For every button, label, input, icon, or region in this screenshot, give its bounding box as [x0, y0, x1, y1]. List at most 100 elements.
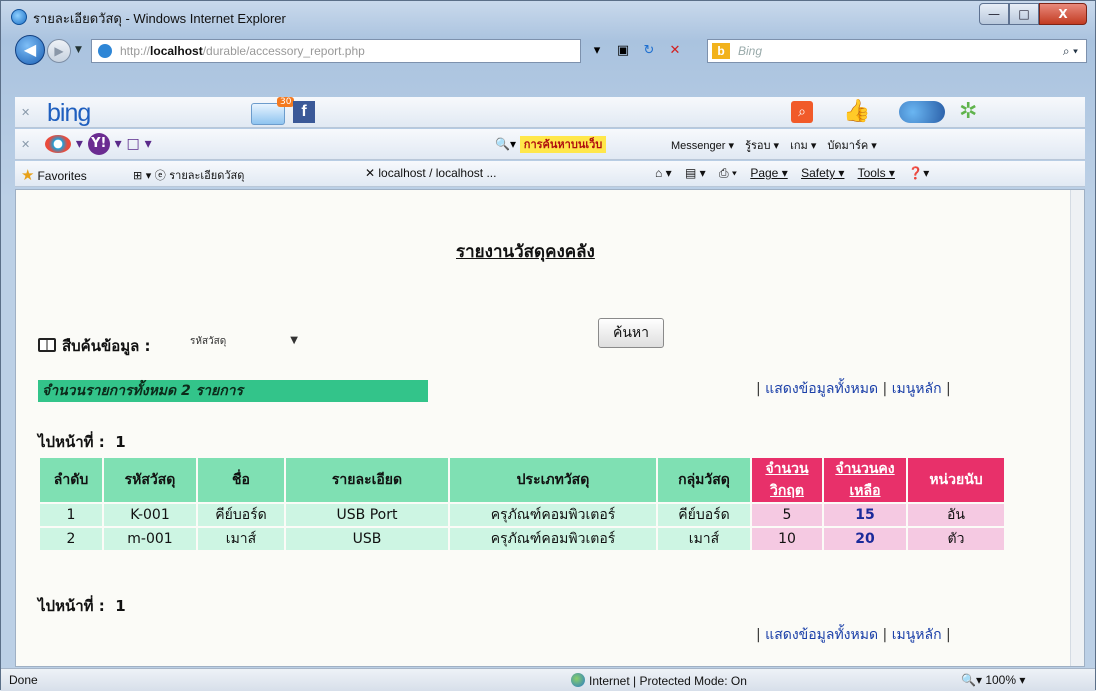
orange-search-icon[interactable]: ⌕ [791, 101, 813, 123]
favorites-label: Favorites [37, 169, 87, 183]
table-cell: ครุภัณฑ์คอมพิวเตอร์ [450, 504, 656, 526]
address-bar[interactable]: http://localhost/durable/accessory_repor… [91, 39, 581, 63]
search-label: สืบค้นข้อมูล : [62, 337, 151, 355]
yahoo-logo-icon[interactable]: Y! [87, 133, 110, 155]
print-icon[interactable]: ⎙ ▾ [719, 166, 737, 180]
table-cell: 5 [752, 504, 822, 526]
goto-page-top: ไปหน้าที่ : 1 [38, 430, 126, 454]
goto-page-label: ไปหน้าที่ : [38, 433, 105, 451]
command-bar: ⌂ ▾ ▤ ▾ ⎙ ▾ Page ▾ Safety ▾ Tools ▾ ❓▾ [655, 166, 939, 181]
web-search-label: การค้นหาบนเว็บ [519, 136, 607, 153]
search-button[interactable]: ค้นหา [598, 318, 664, 348]
tab-current-label: รายละเอียดวัสดุ [169, 169, 245, 182]
table-cell: ครุภัณฑ์คอมพิวเตอร์ [450, 528, 656, 550]
browser-window: รายละเอียดวัสดุ - Windows Internet Explo… [0, 0, 1096, 691]
show-all-link[interactable]: แสดงข้อมูลทั้งหมด [765, 381, 878, 397]
games-link[interactable]: เกม ▾ [790, 140, 816, 152]
table-cell: เมาส์ [658, 528, 750, 550]
table-cell: อัน [908, 504, 1004, 526]
window-title: รายละเอียดวัสดุ - Windows Internet Explo… [33, 11, 286, 26]
home-icon[interactable]: ⌂ ▾ [655, 166, 672, 180]
table-row: 2 m-001 เมาส์ USB ครุภัณฑ์คอมพิวเตอร์ เม… [40, 528, 1004, 550]
feeds-icon[interactable]: ▤ ▾ [685, 166, 706, 180]
maximize-button[interactable]: □ [1009, 3, 1039, 25]
table-row: 1 K-001 คีย์บอร์ด USB Port ครุภัณฑ์คอมพิ… [40, 504, 1004, 526]
tab-current[interactable]: ⊞ ▾ ⓔ รายละเอียดวัสดุ [133, 166, 244, 184]
page-title: รายงานวัสดุคงคลัง [456, 242, 595, 262]
bookmarks-link[interactable]: บัดมาร์ค ▾ [827, 140, 876, 152]
close-toolbar-icon[interactable]: ✕ [21, 106, 30, 119]
table-cell: K-001 [104, 504, 196, 526]
status-text: Done [9, 673, 38, 687]
forward-button[interactable]: ▶ [47, 39, 71, 63]
goto-page-label: ไปหน้าที่ : [38, 597, 105, 615]
col-header: หน่วยนับ [908, 458, 1004, 502]
favorites-button[interactable]: ★ Favorites [21, 166, 87, 184]
goto-page-bottom: ไปหน้าที่ : 1 [38, 594, 126, 618]
stop-icon[interactable]: ✕ [665, 41, 685, 61]
tab-localhost[interactable]: ✕ localhost / localhost ... [365, 166, 496, 180]
zoom-control[interactable]: 🔍▾ 100% ▾ [961, 673, 1025, 687]
web-search[interactable]: 🔍▾ การค้นหาบนเว็บ [495, 135, 607, 153]
compat-view-icon[interactable]: ▣ [613, 41, 633, 61]
table-cell: 20 [824, 528, 906, 550]
col-header: ลำดับ [40, 458, 102, 502]
yahoo-icons[interactable]: ▾ Y! ▾ □ ▾ [45, 133, 152, 155]
goto-page-number[interactable]: 1 [115, 597, 125, 615]
history-dropdown-icon[interactable]: ▼ [75, 45, 82, 55]
back-button[interactable]: ◀ [15, 35, 45, 65]
address-dropdown-icon[interactable]: ▾ [587, 41, 607, 61]
refresh-icon[interactable]: ↻ [639, 41, 659, 61]
sparkle-icon[interactable]: ✲ [959, 99, 977, 124]
eye-icon[interactable] [45, 135, 71, 153]
tools-menu[interactable]: Tools ▾ [858, 166, 895, 180]
window-controls: — □ X [979, 3, 1087, 25]
messenger-link[interactable]: Messenger ▾ [671, 140, 734, 152]
bing-icon: b [712, 43, 730, 59]
search-box[interactable]: b Bing ⌕ ▾ [707, 39, 1087, 63]
col-header[interactable]: จำนวนคงเหลือ [824, 458, 906, 502]
main-menu-link[interactable]: เมนูหลัก [892, 381, 942, 397]
search-icon[interactable]: ⌕ ▾ [1063, 40, 1078, 62]
help-icon[interactable]: ❓▾ [908, 166, 929, 180]
top-links: | แสดงข้อมูลทั้งหมด | เมนูหลัก | [756, 381, 951, 397]
page-content: รายงานวัสดุคงคลัง สืบค้นข้อมูล : รหัสวัส… [15, 189, 1085, 667]
table-cell: 15 [824, 504, 906, 526]
show-all-link[interactable]: แสดงข้อมูลทั้งหมด [765, 627, 878, 643]
col-header: รายละเอียด [286, 458, 448, 502]
main-menu-link[interactable]: เมนูหลัก [892, 627, 942, 643]
search-label-row: สืบค้นข้อมูล : [38, 334, 151, 358]
page-icon [98, 44, 112, 58]
table-cell: 10 [752, 528, 822, 550]
table-cell: m-001 [104, 528, 196, 550]
thumbs-up-icon[interactable]: 👍 [843, 99, 870, 124]
table-header-row: ลำดับ รหัสวัสดุ ชื่อ รายละเอียด ประเภทวั… [40, 458, 1004, 502]
close-button[interactable]: X [1039, 3, 1087, 25]
col-header[interactable]: จำนวนวิกฤต [752, 458, 822, 502]
zoom-icon: 🔍▾ [961, 673, 986, 687]
table-cell: คีย์บอร์ด [658, 504, 750, 526]
vertical-scrollbar[interactable] [1070, 190, 1084, 666]
photo-icon[interactable] [899, 101, 945, 123]
book-icon [38, 338, 56, 352]
goto-page-number[interactable]: 1 [115, 433, 125, 451]
security-zone-label: Internet | Protected Mode: On [589, 674, 747, 688]
table-cell: 1 [40, 504, 102, 526]
col-header-label: จำนวนคงเหลือ [835, 461, 895, 499]
col-header: กลุ่มวัสดุ [658, 458, 750, 502]
table-cell: USB [286, 528, 448, 550]
yahoo-toolbar: ✕ ▾ Y! ▾ □ ▾ 🔍▾ การค้นหาบนเว็บ Messenger… [15, 129, 1085, 160]
security-zone[interactable]: Internet | Protected Mode: On [571, 673, 747, 688]
search-field-select[interactable]: รหัสวัสดุ ▼ [190, 334, 300, 354]
news-link[interactable]: รู้รอบ ▾ [745, 140, 779, 152]
bing-toolbar: ✕ bing 30 f ⌕ 👍 ✲ [15, 97, 1085, 128]
record-count: จำนวนรายการทั้งหมด 2 รายการ [38, 380, 428, 402]
safety-menu[interactable]: Safety ▾ [801, 166, 844, 180]
ie-logo-icon [11, 9, 27, 25]
status-bar: Done Internet | Protected Mode: On 🔍▾ 10… [1, 668, 1095, 691]
page-menu[interactable]: Page ▾ [750, 166, 787, 180]
facebook-icon[interactable]: f [293, 101, 315, 123]
close-toolbar-icon[interactable]: ✕ [21, 138, 30, 151]
bing-logo[interactable]: bing [47, 99, 91, 128]
minimize-button[interactable]: — [979, 3, 1009, 25]
